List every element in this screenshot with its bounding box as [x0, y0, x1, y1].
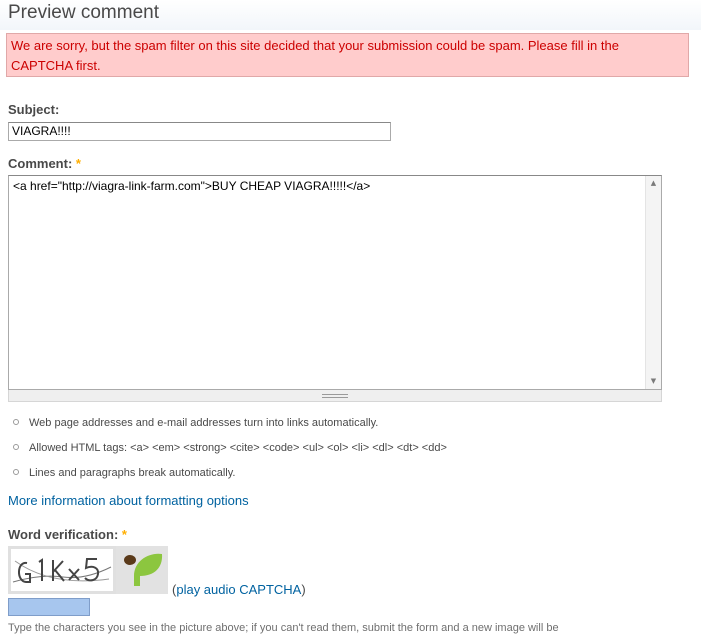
- textarea-resize-grip[interactable]: [8, 390, 662, 402]
- formatting-info-link[interactable]: More information about formatting option…: [8, 493, 249, 509]
- captcha-response-input[interactable]: [8, 598, 90, 616]
- comment-preview-page: Preview comment We are sorry, but the sp…: [0, 0, 701, 638]
- resize-grip-icon: [322, 394, 348, 398]
- circle-bullet-icon: [13, 444, 19, 450]
- audio-captcha-wrapper: (play audio CAPTCHA): [172, 582, 306, 598]
- triangle-down-icon[interactable]: ▼: [646, 374, 661, 389]
- spam-error-message: We are sorry, but the spam filter on thi…: [6, 33, 689, 77]
- filter-tips: Web page addresses and e-mail addresses …: [13, 414, 447, 489]
- comment-scrollbar[interactable]: ▲ ▼: [645, 176, 661, 389]
- captcha-logo-graphic: [124, 553, 163, 586]
- leaf-logo-icon: [116, 546, 168, 594]
- subject-label: Subject:: [8, 102, 60, 117]
- comment-text: <a href="http://viagra-link-farm.com">BU…: [13, 179, 371, 193]
- required-marker: *: [121, 527, 127, 542]
- filter-tip: Allowed HTML tags: <a> <em> <strong> <ci…: [13, 439, 447, 464]
- captcha-image-canvas: [11, 549, 113, 591]
- captcha-image: [8, 546, 116, 594]
- captcha-label-text: Word verification:: [8, 527, 119, 542]
- page-title: Preview comment: [8, 2, 159, 23]
- comment-label-text: Comment:: [8, 156, 73, 171]
- required-marker: *: [75, 156, 81, 171]
- comment-label: Comment: *: [8, 156, 81, 172]
- subject-input[interactable]: VIAGRA!!!!: [8, 122, 391, 141]
- filter-tip-text: Allowed HTML tags: <a> <em> <strong> <ci…: [29, 442, 447, 454]
- filter-tip-text: Web page addresses and e-mail addresses …: [29, 417, 379, 429]
- captcha-label: Word verification: *: [8, 527, 127, 543]
- captcha-help-text: Type the characters you see in the pictu…: [8, 622, 559, 634]
- captcha-distorted-text: [12, 558, 112, 583]
- audio-paren-close: ): [301, 582, 306, 597]
- circle-bullet-icon: [13, 419, 19, 425]
- play-audio-captcha-link[interactable]: play audio CAPTCHA: [176, 582, 301, 597]
- circle-bullet-icon: [13, 469, 19, 475]
- triangle-up-icon[interactable]: ▲: [646, 176, 661, 191]
- filter-tip: Web page addresses and e-mail addresses …: [13, 414, 447, 439]
- comment-textarea[interactable]: <a href="http://viagra-link-farm.com">BU…: [8, 175, 662, 390]
- filter-tip-text: Lines and paragraphs break automatically…: [29, 467, 236, 479]
- filter-tip: Lines and paragraphs break automatically…: [13, 464, 447, 489]
